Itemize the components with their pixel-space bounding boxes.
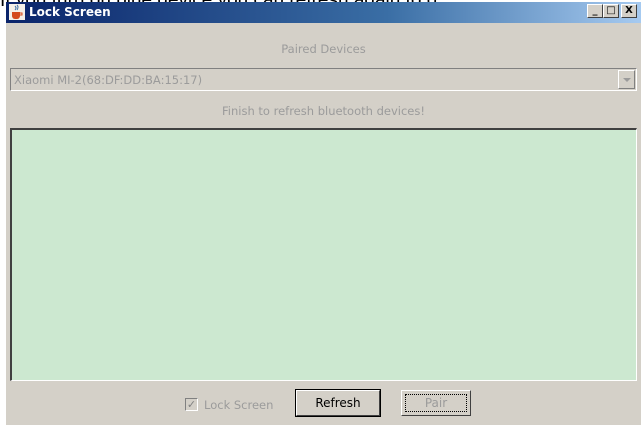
close-button[interactable]: X	[621, 4, 637, 18]
java-coffee-icon	[9, 4, 25, 20]
window-title: Lock Screen	[29, 5, 111, 19]
status-message: Finish to refresh bluetooth devices!	[222, 104, 425, 118]
paired-devices-dropdown[interactable]: Xiaomi MI-2(68:DF:DD:BA:15:17)	[10, 68, 637, 91]
lock-screen-checkbox-label: Lock Screen	[204, 398, 274, 412]
paired-devices-label: Paired Devices	[281, 42, 366, 56]
pair-button[interactable]: Pair	[401, 390, 471, 416]
maximize-button[interactable]: □	[603, 4, 619, 18]
checkmark-icon[interactable]: ✓	[185, 398, 198, 411]
title-bar[interactable]: Lock Screen _ □ X	[6, 2, 641, 23]
dropdown-selected-value: Xiaomi MI-2(68:DF:DD:BA:15:17)	[14, 73, 203, 87]
minimize-button[interactable]: _	[587, 4, 603, 18]
refresh-button[interactable]: Refresh	[295, 389, 381, 417]
bluetooth-device-list[interactable]	[10, 128, 637, 381]
chevron-down-icon[interactable]	[618, 70, 635, 89]
pair-button-label: Pair	[405, 394, 467, 412]
lock-screen-window: Lock Screen _ □ X Paired Devices Xiaomi …	[6, 2, 641, 425]
